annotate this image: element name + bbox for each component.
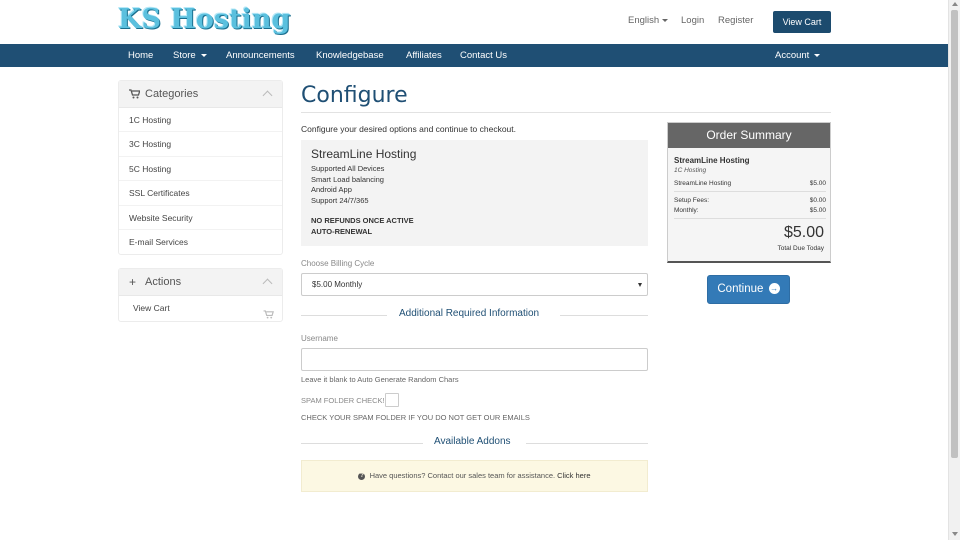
nav-home[interactable]: Home [128,44,153,67]
actions-panel: + Actions View Cart [118,268,283,322]
action-view-cart[interactable]: View Cart [119,296,282,321]
view-cart-button[interactable]: View Cart [773,11,831,33]
summary-setup-label: Setup Fees: [674,197,710,204]
main-navbar: Home Store Announcements Knowledgebase A… [0,44,948,67]
scroll-up-icon[interactable] [952,2,958,6]
nav-announcements[interactable]: Announcements [226,44,295,67]
product-feature: Supported All Devices [311,164,385,173]
product-note: AUTO-RENEWAL [311,226,373,236]
addons-title: Available Addons [434,436,511,447]
categories-header[interactable]: Categories [119,81,282,108]
spam-check-label: SPAM FOLDER CHECK! [301,396,385,405]
spam-help-text: CHECK YOUR SPAM FOLDER IF YOU DO NOT GET… [301,413,530,422]
language-label: English [628,15,660,26]
billing-cycle-value: $5.00 Monthly [312,280,363,289]
summary-line-item: StreamLine Hosting $5.00 [674,180,826,187]
actions-header[interactable]: + Actions [119,269,282,296]
shopping-cart-icon [129,89,141,102]
categories-title: Categories [145,88,199,100]
nav-knowledgebase[interactable]: Knowledgebase [316,44,384,67]
nav-store-label: Store [173,50,196,61]
billing-cycle-select[interactable]: $5.00 Monthly [301,273,648,296]
chevron-up-icon[interactable] [262,90,273,101]
nav-account[interactable]: Account [775,44,821,67]
intro-text: Configure your desired options and conti… [301,124,516,134]
summary-divider [674,191,826,192]
summary-product-name: StreamLine Hosting [674,156,750,165]
summary-line-value: $5.00 [809,180,826,187]
contact-sales-link[interactable]: Click here [557,471,590,480]
chevron-down-icon [200,53,207,57]
categories-panel: Categories 1C Hosting 3C Hosting 5C Host… [118,80,283,256]
login-link[interactable]: Login [681,15,704,26]
shopping-cart-icon [263,304,274,328]
username-input[interactable] [301,348,648,371]
site-logo[interactable]: KS Hosting [118,4,290,35]
chevron-up-icon[interactable] [262,278,273,289]
summary-line-label: StreamLine Hosting [674,180,732,187]
product-name: StreamLine Hosting [311,147,417,161]
nav-account-label: Account [775,50,810,61]
actions-title: Actions [145,276,182,288]
order-summary-title: Order Summary [668,123,830,148]
summary-total: $5.00 [783,224,824,241]
nav-contact[interactable]: Contact Us [460,44,507,67]
product-feature: Support 24/7/365 [311,195,369,205]
divider-line [560,315,648,316]
summary-setup-value: $0.00 [809,197,826,204]
action-view-cart-label: View Cart [133,303,170,313]
category-ssl-certificates[interactable]: SSL Certificates [119,181,282,206]
order-summary: Order Summary StreamLine Hosting 1C Host… [667,122,831,263]
questions-alert: ? Have questions? Contact our sales team… [301,460,648,492]
page-scrollbar[interactable] [948,0,960,540]
username-label: Username [301,334,338,343]
questions-text: Have questions? Contact our sales team f… [369,471,556,480]
product-info-box: StreamLine Hosting Supported All Devices… [301,140,648,246]
category-5c-hosting[interactable]: 5C Hosting [119,157,282,182]
category-1c-hosting[interactable]: 1C Hosting [119,108,282,133]
site-header: KS Hosting English Login Register View C… [0,0,948,44]
username-help: Leave it blank to Auto Generate Random C… [301,375,459,384]
summary-monthly: Monthly: $5.00 [674,207,826,214]
billing-cycle-label: Choose Billing Cycle [301,259,375,268]
additional-info-divider: Additional Required Information [301,308,648,322]
divider-line [301,315,387,316]
summary-monthly-label: Monthly: [674,207,699,214]
summary-monthly-value: $5.00 [809,207,826,214]
caret-down-icon [638,283,642,287]
summary-total-label: Total Due Today [777,245,825,252]
question-circle-icon: ? [358,472,366,480]
category-website-security[interactable]: Website Security [119,206,282,230]
register-link[interactable]: Register [718,15,753,26]
summary-divider [674,218,826,219]
chevron-down-icon [814,53,821,57]
arrow-right-circle-icon: → [768,283,780,295]
summary-setup-fees: Setup Fees: $0.00 [674,197,826,204]
nav-affiliates[interactable]: Affiliates [406,44,442,67]
scroll-thumb[interactable] [951,10,958,458]
category-3c-hosting[interactable]: 3C Hosting [119,132,282,157]
divider-line [526,443,648,444]
continue-label: Continue [717,283,764,295]
addons-divider: Available Addons [301,436,648,450]
spam-checkbox[interactable] [385,393,399,407]
continue-button[interactable]: Continue → [707,275,790,304]
divider-line [301,443,423,444]
nav-store[interactable]: Store [173,44,207,67]
scroll-down-icon[interactable] [952,532,958,536]
plus-icon: + [129,275,137,289]
chevron-down-icon [662,18,669,22]
product-feature: Smart Load balancing [311,174,384,184]
additional-info-title: Additional Required Information [399,308,540,319]
page-title: Configure [301,83,408,108]
category-email-services[interactable]: E-mail Services [119,230,282,254]
language-selector[interactable]: English [628,15,669,26]
summary-product-group: 1C Hosting [674,167,707,174]
product-note: NO REFUNDS ONCE ACTIVE [311,216,414,225]
product-feature: Android App [311,185,352,194]
title-divider [301,112,831,113]
